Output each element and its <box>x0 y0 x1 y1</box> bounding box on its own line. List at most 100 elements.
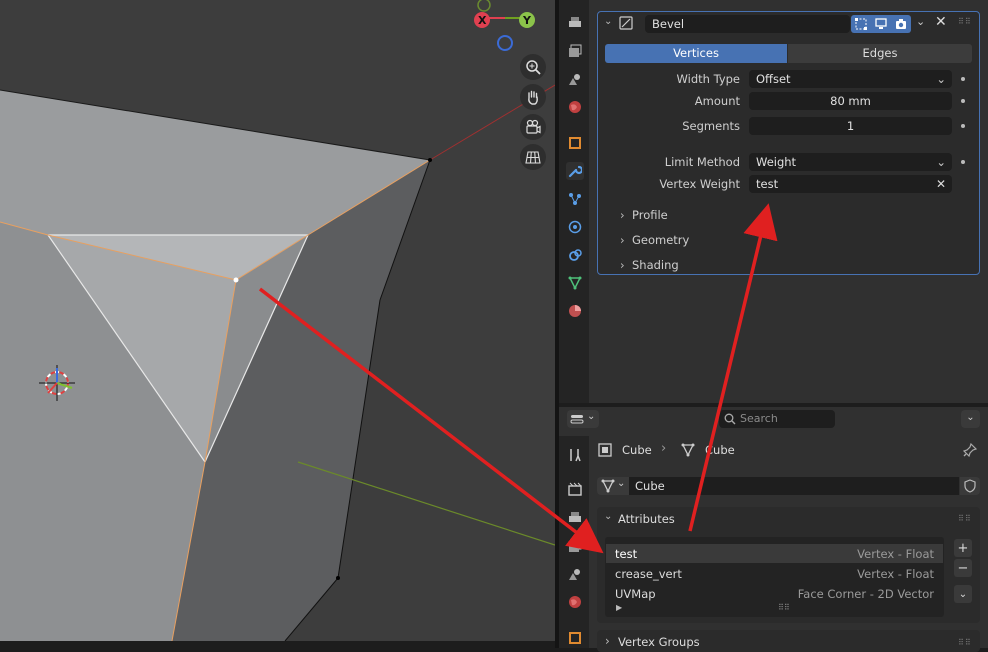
camera-icon <box>526 119 541 134</box>
tab-scene-2[interactable] <box>566 565 584 583</box>
remove-modifier-icon[interactable]: ✕ <box>935 14 947 30</box>
shield-icon <box>964 479 976 493</box>
world-icon <box>569 101 581 113</box>
tab-render[interactable] <box>566 480 584 498</box>
attribute-name[interactable]: UVMap <box>615 587 656 601</box>
filter-triangle-icon[interactable]: ▶ <box>616 603 622 612</box>
modifier-name-field[interactable]: Bevel <box>645 15 850 33</box>
attributes-panel-title[interactable]: Attributes <box>618 512 675 526</box>
mesh-browse-button[interactable]: ⌄ <box>597 477 629 495</box>
zoom-icon <box>526 60 541 75</box>
keyframe-dot-icon[interactable] <box>961 77 965 81</box>
subpanel-geometry[interactable]: › Geometry <box>620 233 689 247</box>
segments-field[interactable]: 1 <box>749 117 952 135</box>
edit-mode-toggle[interactable] <box>851 15 871 33</box>
hand-icon <box>528 90 538 105</box>
grid-icon <box>525 151 541 164</box>
tab-scene[interactable] <box>566 70 584 88</box>
mesh-data-icon <box>601 479 615 493</box>
collapse-chevron-icon[interactable]: ⌄ <box>604 511 612 522</box>
limit-method-dropdown[interactable]: Weight ⌄ <box>749 153 952 171</box>
chevron-right-icon[interactable]: › <box>605 634 610 648</box>
tab-constraints[interactable] <box>566 246 584 264</box>
tab-tool[interactable] <box>566 446 584 464</box>
remove-attribute-button[interactable]: − <box>954 559 972 577</box>
list-resize-handle-icon[interactable]: ⠿⠿ <box>778 603 790 612</box>
mesh-name-field[interactable]: Cube <box>629 477 959 495</box>
printer-icon <box>569 17 581 27</box>
object-icon <box>569 632 581 644</box>
zoom-button[interactable] <box>520 54 546 80</box>
camera-view-button[interactable] <box>520 114 546 140</box>
tab-object[interactable] <box>566 134 584 152</box>
chevron-down-icon: ⌄ <box>958 588 968 600</box>
tab-object-2[interactable] <box>566 629 584 647</box>
tab-view-layer[interactable] <box>566 42 584 60</box>
plus-icon: + <box>957 540 969 556</box>
attribute-type: Vertex - Float <box>857 567 934 581</box>
physics-icon <box>568 220 582 234</box>
modifier-menu-chevron-icon[interactable]: ⌄ <box>916 15 925 28</box>
amount-field[interactable]: 80 mm <box>749 92 952 110</box>
chevron-right-icon: › <box>620 233 625 247</box>
attribute-name[interactable]: crease_vert <box>615 567 682 581</box>
viewport-display-toggle[interactable] <box>871 15 891 33</box>
attribute-name[interactable]: test <box>615 547 637 561</box>
subpanel-shading[interactable]: › Shading <box>620 258 679 272</box>
vertex-weight-field[interactable]: test ✕ <box>749 175 952 193</box>
scene-icon <box>569 74 580 85</box>
3d-viewport[interactable]: X Y <box>0 0 555 641</box>
fake-user-button[interactable] <box>960 477 980 495</box>
tab-modifiers[interactable] <box>566 162 584 180</box>
subpanel-profile[interactable]: › Profile <box>620 208 668 222</box>
render-icon <box>568 482 582 496</box>
attribute-specials-button[interactable]: ⌄ <box>954 585 972 603</box>
width-type-value: Offset <box>756 72 791 86</box>
tab-output[interactable] <box>566 14 584 32</box>
pin-icon[interactable] <box>963 443 977 457</box>
gizmo-y-label: Y <box>522 14 532 27</box>
camera-icon <box>896 19 906 29</box>
keyframe-dot-icon[interactable] <box>961 99 965 103</box>
add-attribute-button[interactable]: + <box>954 539 972 557</box>
chevron-down-icon: ⌄ <box>617 478 626 489</box>
dropdown-chevron-icon: ⌄ <box>936 72 946 86</box>
ortho-toggle-button[interactable] <box>520 144 546 170</box>
properties-editor-icon <box>570 415 584 424</box>
image-stack-icon <box>569 44 582 57</box>
vertex-weight-value: test <box>756 177 779 191</box>
collapse-chevron-icon[interactable]: ⌄ <box>604 16 612 27</box>
tab-world[interactable] <box>566 98 584 116</box>
dropdown-chevron-icon: ⌄ <box>936 155 946 169</box>
attribute-type: Face Corner - 2D Vector <box>797 587 934 601</box>
tab-data[interactable] <box>566 274 584 292</box>
chevron-right-icon: › <box>620 208 625 222</box>
search-icon <box>724 413 736 425</box>
drag-handle-icon[interactable]: ⠿⠿ <box>958 514 972 523</box>
clear-field-icon[interactable]: ✕ <box>936 175 946 193</box>
breadcrumb-mesh: Cube <box>705 443 735 457</box>
drag-handle-icon[interactable]: ⠿⠿ <box>958 638 972 647</box>
keyframe-dot-icon[interactable] <box>961 160 965 164</box>
tab-world-2[interactable] <box>566 593 584 611</box>
tab-view-layer-2[interactable] <box>566 537 584 555</box>
render-toggle[interactable] <box>891 15 911 33</box>
tab-edges[interactable]: Edges <box>788 44 972 63</box>
breadcrumb-separator-icon: › <box>661 441 667 456</box>
tab-vertices[interactable]: Vertices <box>605 44 787 63</box>
tab-particles[interactable] <box>566 190 584 208</box>
vertex-groups-panel-title[interactable]: Vertex Groups <box>618 635 700 649</box>
selected-vertex[interactable] <box>233 277 239 283</box>
width-type-dropdown[interactable]: Offset ⌄ <box>749 70 952 88</box>
material-icon <box>569 305 581 317</box>
pan-button[interactable] <box>520 84 546 110</box>
tab-output-2[interactable] <box>566 509 584 527</box>
tab-physics[interactable] <box>566 218 584 236</box>
drag-handle-icon[interactable]: ⠿⠿ <box>958 17 972 26</box>
tab-material[interactable] <box>566 302 584 320</box>
keyframe-dot-icon[interactable] <box>961 124 965 128</box>
search-box[interactable]: Search <box>719 410 835 428</box>
mesh-data-icon <box>681 443 695 457</box>
editor-type-selector[interactable]: ⌄ <box>567 410 599 428</box>
options-chevron-icon[interactable]: ⌄ <box>961 410 980 428</box>
